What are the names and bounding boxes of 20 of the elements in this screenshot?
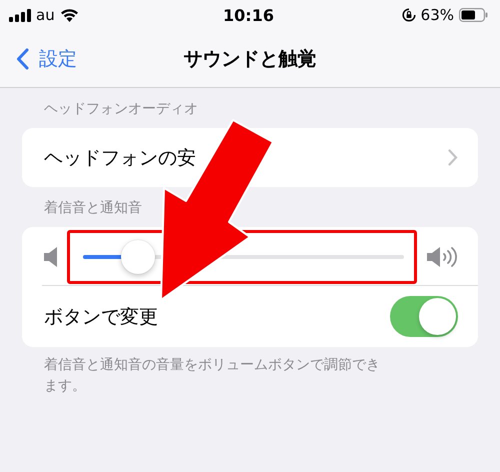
speaker-icon	[44, 246, 57, 266]
slider-thumb[interactable]	[120, 240, 155, 274]
settings-row[interactable]: ヘッドフォンの安	[22, 128, 478, 187]
page-title: サウンドと触覚	[184, 46, 316, 72]
section-header: ヘッドフォンオーディオ	[43, 100, 199, 119]
speaker-loud-icon	[427, 246, 458, 268]
back-button[interactable]: 設定	[12, 42, 81, 76]
battery-icon	[459, 8, 488, 22]
section-header: 着信音と通知音	[43, 199, 143, 218]
status-time: 10:16	[223, 6, 274, 24]
wifi-icon	[60, 8, 79, 22]
chevron-icon	[448, 149, 458, 166]
orientation-lock-icon	[402, 8, 416, 22]
toggle-switch[interactable]	[390, 296, 458, 337]
battery-percent: 63%	[420, 6, 454, 24]
chevron-icon	[16, 48, 29, 70]
carrier-name: au	[36, 6, 55, 24]
setting-label: ボタンで変更	[44, 304, 158, 330]
section-footer: 着信音と通知音の音量をボリュームボタンで調節できます。	[0, 347, 433, 397]
signal-icon	[9, 8, 31, 22]
